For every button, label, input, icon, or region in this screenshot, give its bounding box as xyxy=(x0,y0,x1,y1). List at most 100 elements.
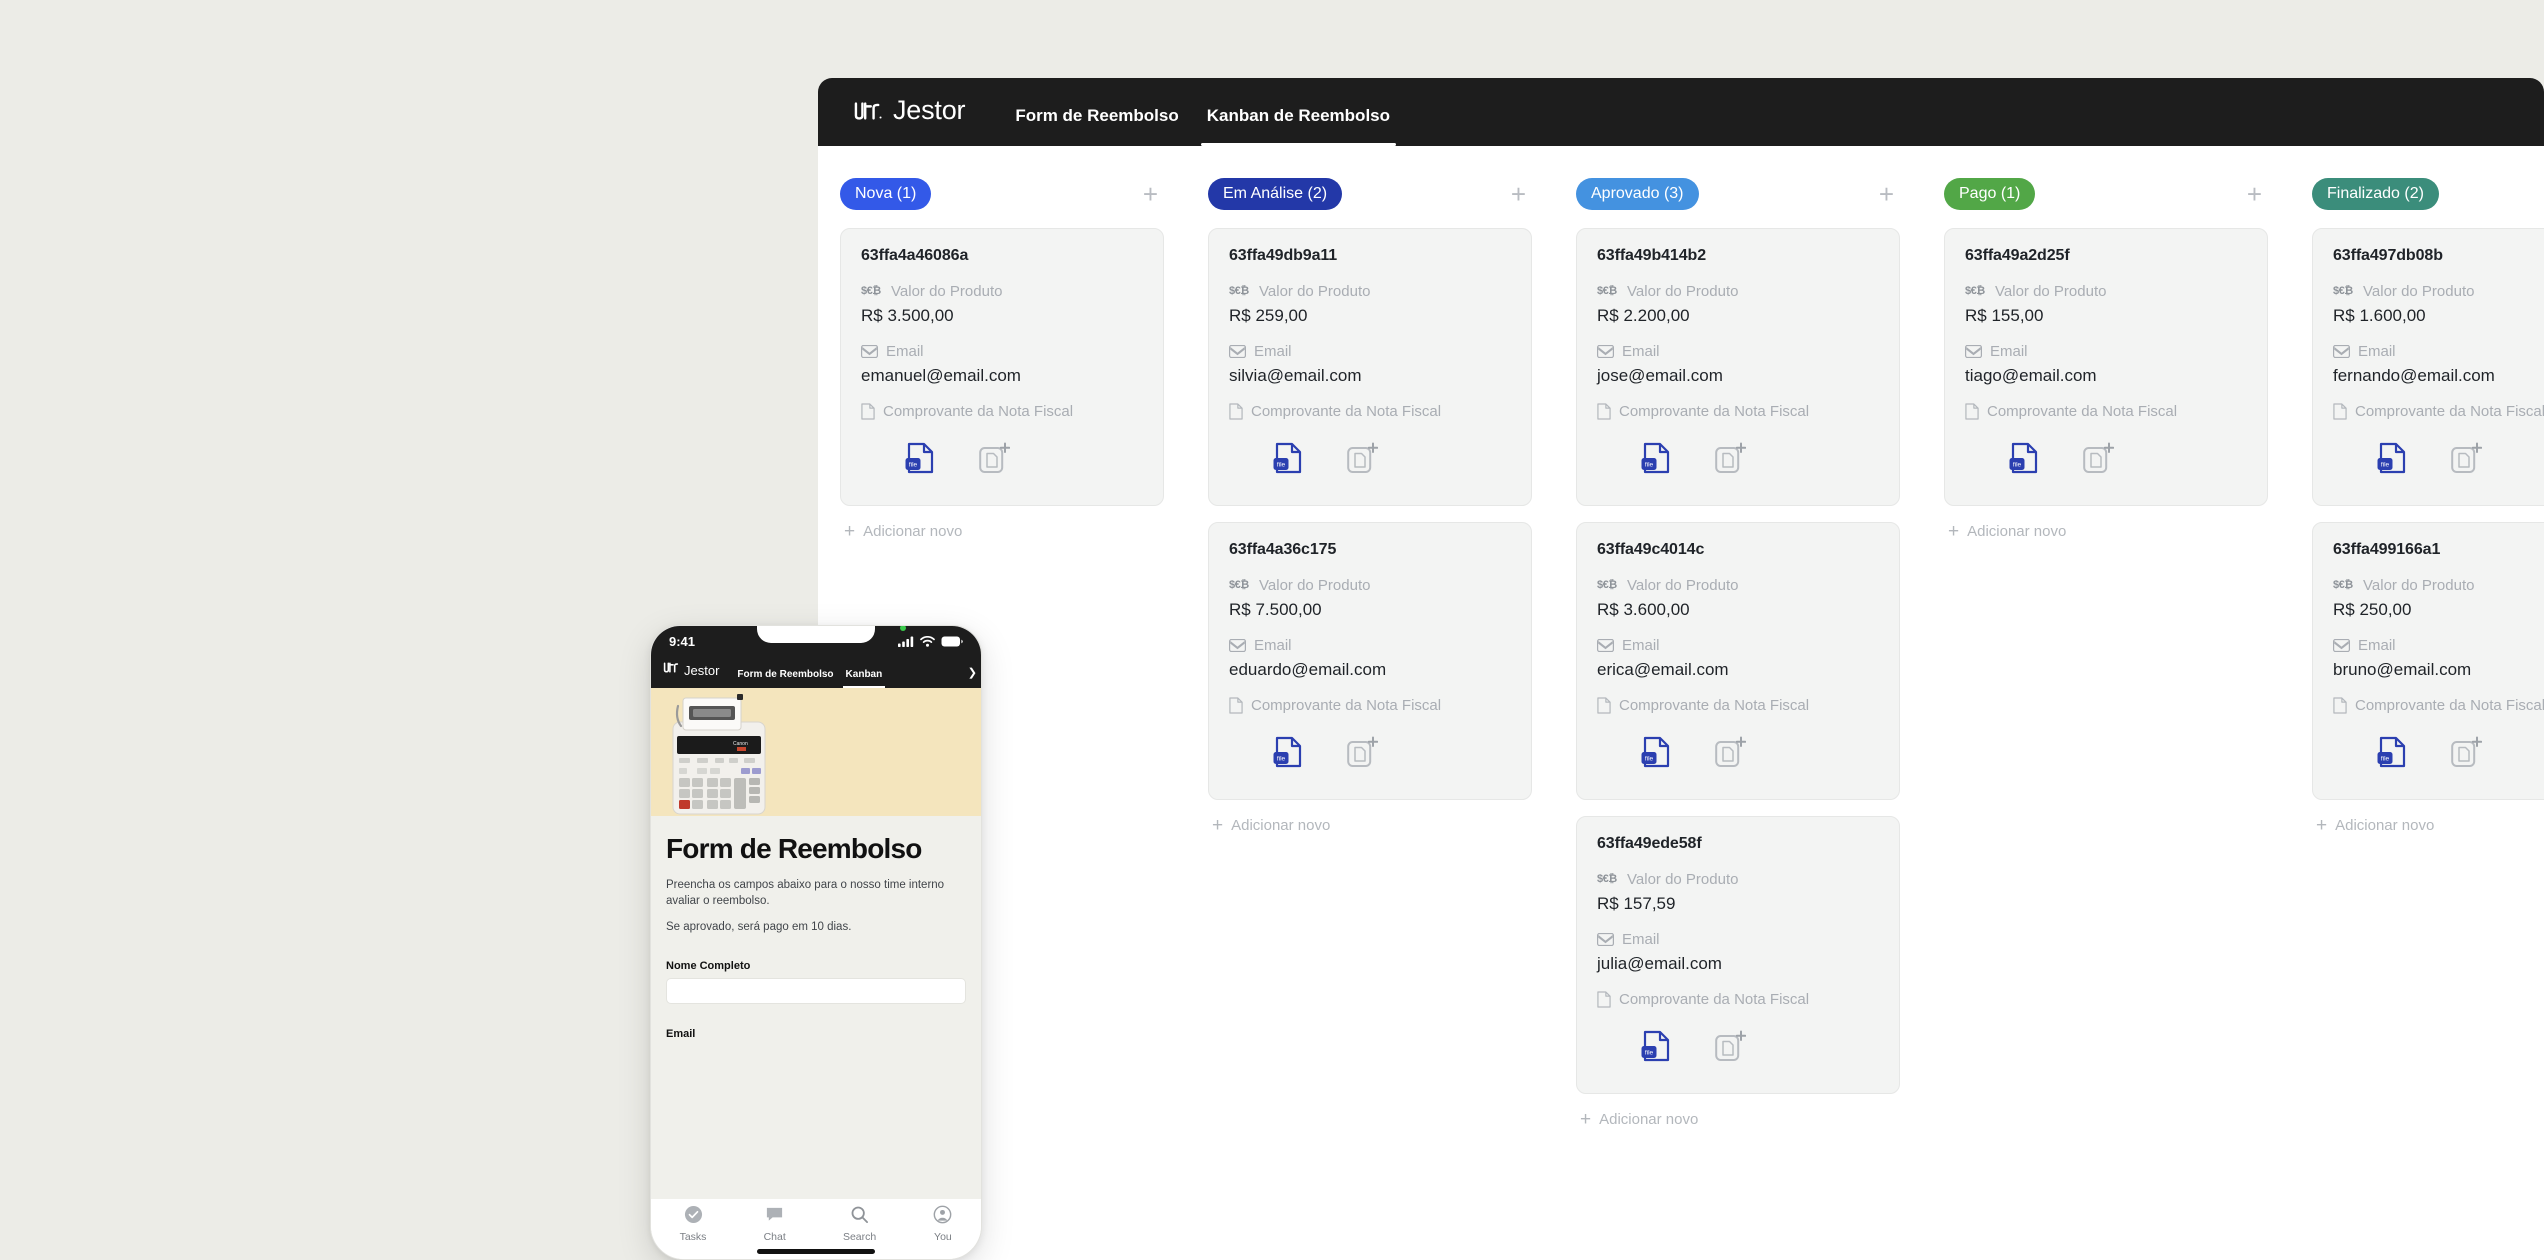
kanban-column: Aprovado (3) +63ffa49b414b2$€₿Valor do Pr… xyxy=(1554,174,1922,1129)
file-attachment-icon[interactable]: file xyxy=(1273,736,1303,773)
svg-text:file: file xyxy=(1645,756,1654,763)
kanban-card[interactable]: 63ffa49c4014c$€₿Valor do ProdutoR$ 3.600… xyxy=(1576,522,1900,800)
kanban-card[interactable]: 63ffa49db9a11$€₿Valor do ProdutoR$ 259,0… xyxy=(1208,228,1532,506)
phone-input-nome-completo[interactable] xyxy=(666,978,966,1004)
file-attachment-icon[interactable]: file xyxy=(1641,736,1671,773)
field-label-text: Comprovante da Nota Fiscal xyxy=(1251,697,1441,714)
file-attachment-icon[interactable]: file xyxy=(2009,442,2039,479)
kanban-card[interactable]: 63ffa49ede58f$€₿Valor do ProdutoR$ 157,5… xyxy=(1576,816,1900,1094)
kanban-column-body: 63ffa4a46086a$€₿Valor do ProdutoR$ 3.500… xyxy=(818,228,1186,541)
file-attachment-icon[interactable]: file xyxy=(1641,1030,1671,1067)
nav-item-kanban-de-reembolso[interactable]: Kanban de Reembolso xyxy=(1193,106,1404,146)
add-attachment-icon[interactable] xyxy=(1715,1030,1746,1067)
add-attachment-icon[interactable] xyxy=(1347,736,1378,773)
field-label-email: Email xyxy=(1597,343,1879,360)
kanban-card[interactable]: 63ffa49b414b2$€₿Valor do ProdutoR$ 2.200… xyxy=(1576,228,1900,506)
add-new-card-button[interactable]: +Adicionar novo xyxy=(1948,522,2268,541)
attachment-row: file xyxy=(2333,736,2544,773)
kanban-card[interactable]: 63ffa497db08b$€₿Valor do ProdutoR$ 1.600… xyxy=(2312,228,2544,506)
currency-icon: $€₿ xyxy=(1229,580,1251,591)
kanban-column-header: Nova (1) + xyxy=(818,174,1186,214)
kanban-column-header: Aprovado (3) + xyxy=(1554,174,1922,214)
attachment-row: file xyxy=(1597,736,1879,773)
field-label-comprovante-nota-fiscal: Comprovante da Nota Fiscal xyxy=(1597,403,1879,420)
card-record-id: 63ffa49a2d25f xyxy=(1965,247,2247,265)
column-status-chip[interactable]: Aprovado (3) xyxy=(1576,178,1699,210)
add-attachment-icon[interactable] xyxy=(1347,442,1378,479)
kanban-card[interactable]: 63ffa4a36c175$€₿Valor do ProdutoR$ 7.500… xyxy=(1208,522,1532,800)
column-status-chip[interactable]: Finalizado (2) xyxy=(2312,178,2439,210)
currency-icon: $€₿ xyxy=(2333,580,2355,591)
add-card-plus-icon[interactable]: + xyxy=(2247,181,2268,207)
field-label-comprovante-nota-fiscal: Comprovante da Nota Fiscal xyxy=(1229,697,1511,714)
add-card-plus-icon[interactable]: + xyxy=(1511,181,1532,207)
field-label-text: Email xyxy=(1622,931,1660,948)
field-label-email: Email xyxy=(1597,637,1879,654)
field-label-email: Email xyxy=(1597,931,1879,948)
svg-text:file: file xyxy=(909,462,918,469)
file-attachment-icon[interactable]: file xyxy=(2377,736,2407,773)
add-attachment-icon[interactable] xyxy=(2451,442,2482,479)
field-value-valor-do-produto: R$ 7.500,00 xyxy=(1229,600,1511,620)
field-label-text: Valor do Produto xyxy=(1627,283,1738,300)
field-label-email: Email xyxy=(1229,637,1511,654)
phone-tab-chat[interactable]: Chat xyxy=(764,1205,786,1243)
chevron-right-icon[interactable]: ❯ xyxy=(968,666,977,679)
kanban-column-body: 63ffa49db9a11$€₿Valor do ProdutoR$ 259,0… xyxy=(1186,228,1554,835)
phone-tab-search[interactable]: Search xyxy=(843,1205,876,1243)
nav-item-form-de-reembolso[interactable]: Form de Reembolso xyxy=(1001,106,1192,146)
jestor-logo-icon xyxy=(853,98,883,124)
field-value-valor-do-produto: R$ 1.600,00 xyxy=(2333,306,2544,326)
phone-tab-you[interactable]: You xyxy=(933,1205,952,1243)
phone-form-content: Form de Reembolso Preencha os campos aba… xyxy=(651,816,981,1199)
field-label-text: Valor do Produto xyxy=(1627,871,1738,888)
add-attachment-icon[interactable] xyxy=(979,442,1010,479)
add-attachment-icon[interactable] xyxy=(2083,442,2114,479)
document-icon xyxy=(1229,697,1243,714)
attachment-row: file xyxy=(2333,442,2544,479)
phone-brand-name: Jestor xyxy=(684,663,719,678)
document-icon xyxy=(1597,991,1611,1008)
kanban-card[interactable]: 63ffa49a2d25f$€₿Valor do ProdutoR$ 155,0… xyxy=(1944,228,2268,506)
add-new-card-button[interactable]: +Adicionar novo xyxy=(2316,816,2544,835)
card-record-id: 63ffa49b414b2 xyxy=(1597,247,1879,265)
field-value-email: julia@email.com xyxy=(1597,954,1879,974)
column-status-chip[interactable]: Pago (1) xyxy=(1944,178,2035,210)
file-attachment-icon[interactable]: file xyxy=(1273,442,1303,479)
kanban-card[interactable]: 63ffa4a46086a$€₿Valor do ProdutoR$ 3.500… xyxy=(840,228,1164,506)
field-label-valor-do-produto: $€₿Valor do Produto xyxy=(2333,577,2544,594)
field-label-comprovante-nota-fiscal: Comprovante da Nota Fiscal xyxy=(1597,991,1879,1008)
phone-tab-label: Search xyxy=(843,1231,876,1243)
brand-logo[interactable]: Jestor xyxy=(853,95,965,146)
kanban-card[interactable]: 63ffa499166a1$€₿Valor do ProdutoR$ 250,0… xyxy=(2312,522,2544,800)
add-attachment-icon[interactable] xyxy=(1715,442,1746,479)
phone-tab-label: You xyxy=(934,1231,952,1243)
column-status-chip[interactable]: Em Análise (2) xyxy=(1208,178,1342,210)
field-label-text: Valor do Produto xyxy=(891,283,1002,300)
column-status-chip[interactable]: Nova (1) xyxy=(840,178,931,210)
field-label-email: Email xyxy=(2333,637,2544,654)
add-new-card-button[interactable]: +Adicionar novo xyxy=(1580,1110,1900,1129)
phone-nav-item-kanban[interactable]: Kanban xyxy=(840,669,889,688)
phone-mockup: 9:41 xyxy=(650,625,982,1260)
battery-icon xyxy=(941,636,963,647)
phone-brand-logo[interactable]: Jestor xyxy=(663,660,719,688)
add-card-plus-icon[interactable]: + xyxy=(1143,181,1164,207)
phone-tab-tasks[interactable]: Tasks xyxy=(680,1205,707,1243)
file-attachment-icon[interactable]: file xyxy=(1641,442,1671,479)
field-label-text: Email xyxy=(2358,637,2396,654)
field-label-text: Comprovante da Nota Fiscal xyxy=(1987,403,2177,420)
file-attachment-icon[interactable]: file xyxy=(2377,442,2407,479)
phone-notch xyxy=(757,625,875,643)
phone-nav-item-form[interactable]: Form de Reembolso xyxy=(731,669,839,688)
field-label-comprovante-nota-fiscal: Comprovante da Nota Fiscal xyxy=(861,403,1143,420)
add-new-card-button[interactable]: +Adicionar novo xyxy=(844,522,1164,541)
phone-hero-image: Canon xyxy=(651,688,981,816)
plus-icon: + xyxy=(1580,1110,1591,1129)
add-attachment-icon[interactable] xyxy=(2451,736,2482,773)
add-new-card-button[interactable]: +Adicionar novo xyxy=(1212,816,1532,835)
add-attachment-icon[interactable] xyxy=(1715,736,1746,773)
file-attachment-icon[interactable]: file xyxy=(905,442,935,479)
kanban-column-header: Em Análise (2) + xyxy=(1186,174,1554,214)
add-card-plus-icon[interactable]: + xyxy=(1879,181,1900,207)
